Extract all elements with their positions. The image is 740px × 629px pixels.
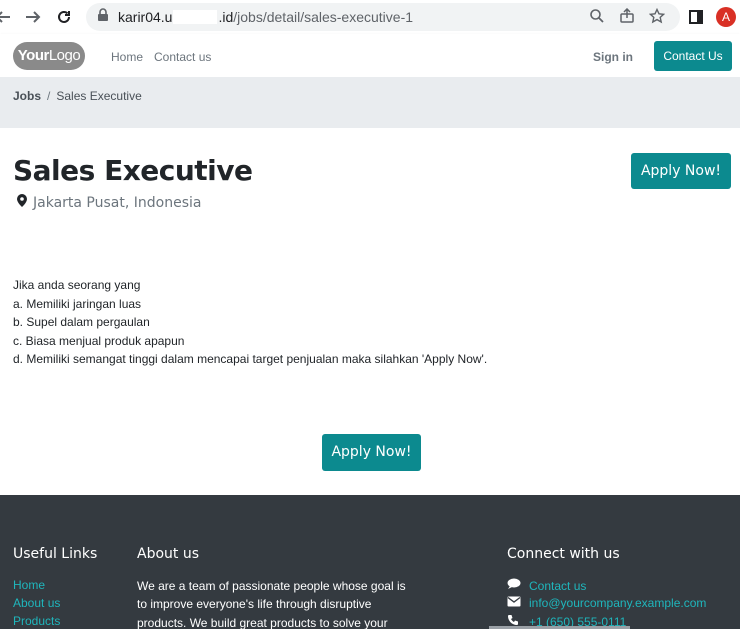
breadcrumb-current: Sales Executive bbox=[56, 89, 142, 103]
url-text: karir04.u .id/jobs/detail/sales-executive… bbox=[118, 9, 413, 25]
nav-home[interactable]: Home bbox=[111, 50, 143, 64]
job-description: Jika anda seorang yang a. Memiliki jarin… bbox=[13, 276, 487, 369]
description-line: a. Memiliki jaringan luas bbox=[13, 296, 142, 311]
job-location-text: Jakarta Pusat, Indonesia bbox=[33, 195, 202, 211]
logo-text-thin: Logo bbox=[48, 47, 81, 64]
url-host-suffix: .id bbox=[218, 9, 234, 25]
email-link[interactable]: info@yourcompany.example.com bbox=[529, 596, 706, 610]
url-host: karir04.u bbox=[118, 9, 173, 25]
about-line: products. We build great products to sol… bbox=[137, 615, 388, 629]
site-header: YourLogo Home Contact us Sign in Contact… bbox=[0, 34, 740, 78]
url-path: /jobs/detail/sales-executive-1 bbox=[233, 9, 414, 25]
useful-links-heading: Useful Links bbox=[13, 546, 98, 562]
address-bar[interactable]: karir04.u .id/jobs/detail/sales-executive… bbox=[86, 3, 680, 31]
sign-in-link[interactable]: Sign in bbox=[593, 50, 633, 64]
about-us-heading: About us bbox=[137, 546, 200, 562]
job-location: Jakarta Pusat, Indonesia bbox=[17, 194, 201, 211]
description-line: d. Memiliki semangat tinggi dalam mencap… bbox=[13, 352, 488, 367]
connect-heading: Connect with us bbox=[507, 546, 620, 562]
back-icon[interactable] bbox=[0, 6, 14, 28]
footer-link-about-us[interactable]: About us bbox=[13, 596, 60, 610]
lock-icon[interactable] bbox=[94, 8, 112, 26]
contact-us-link[interactable]: Contact us bbox=[529, 579, 586, 593]
share-icon[interactable] bbox=[618, 7, 636, 26]
map-marker-icon bbox=[17, 194, 27, 211]
redacted-block bbox=[173, 10, 218, 24]
comment-icon bbox=[507, 578, 523, 593]
description-line: c. Biasa menjual produk apapun bbox=[13, 333, 185, 348]
forward-icon[interactable] bbox=[22, 6, 44, 28]
description-line: Jika anda seorang yang bbox=[13, 278, 141, 292]
reload-icon[interactable] bbox=[53, 6, 75, 28]
breadcrumb-separator: / bbox=[47, 89, 51, 103]
browser-toolbar: karir04.u .id/jobs/detail/sales-executive… bbox=[0, 0, 740, 34]
description-line: b. Supel dalam pergaulan bbox=[13, 315, 150, 330]
magnifier-icon[interactable] bbox=[588, 8, 606, 26]
page-title: Sales Executive bbox=[13, 154, 253, 187]
side-panel-icon[interactable] bbox=[689, 10, 703, 24]
apply-now-button-top[interactable]: Apply Now! bbox=[631, 153, 731, 189]
contact-us-button[interactable]: Contact Us bbox=[654, 41, 732, 71]
breadcrumb-band: Jobs / Sales Executive bbox=[0, 78, 740, 128]
about-us-text: We are a team of passionate people whose… bbox=[137, 577, 427, 629]
footer-email[interactable]: info@yourcompany.example.com bbox=[507, 596, 706, 610]
footer-link-home[interactable]: Home bbox=[13, 578, 45, 592]
profile-avatar[interactable]: A bbox=[716, 7, 736, 27]
logo-text-bold: Your bbox=[17, 47, 50, 64]
star-icon[interactable] bbox=[648, 7, 666, 26]
site-footer: Useful Links Home About us Products Abou… bbox=[0, 495, 740, 629]
envelope-icon bbox=[507, 596, 523, 610]
apply-now-button-bottom[interactable]: Apply Now! bbox=[322, 434, 421, 471]
about-line: We are a team of passionate people whose… bbox=[137, 579, 406, 593]
nav-contact-us[interactable]: Contact us bbox=[154, 50, 211, 64]
about-line: to improve everyone's life through disru… bbox=[137, 597, 372, 612]
company-logo[interactable]: YourLogo bbox=[13, 42, 85, 70]
footer-link-products[interactable]: Products bbox=[13, 614, 60, 628]
footer-contact-us[interactable]: Contact us bbox=[507, 578, 586, 593]
breadcrumb-jobs-link[interactable]: Jobs bbox=[13, 89, 41, 103]
breadcrumb: Jobs / Sales Executive bbox=[13, 89, 142, 103]
